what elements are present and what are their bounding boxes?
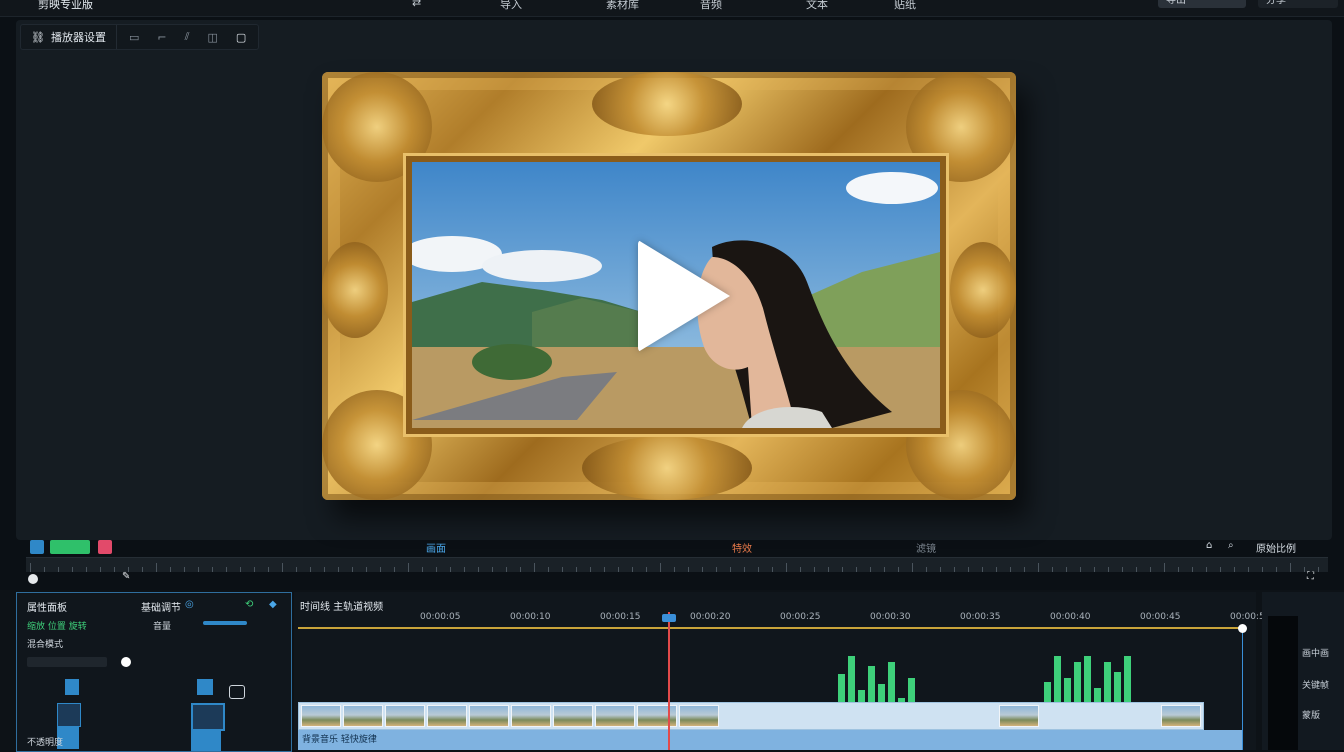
clip-thumbnail[interactable] bbox=[301, 705, 341, 727]
clip-thumbnail[interactable] bbox=[679, 705, 719, 727]
align-center-icon[interactable] bbox=[57, 703, 81, 727]
preview-scrubber[interactable]: ✎ ⛶ bbox=[26, 571, 1328, 586]
audio-track[interactable]: 背景音乐 轻快旋律 bbox=[298, 730, 1242, 750]
tab-picture[interactable]: 画面 bbox=[426, 540, 446, 555]
timeline-marker: 00:00:20 bbox=[690, 612, 731, 622]
transform-options[interactable]: 缩放 位置 旋转 bbox=[27, 619, 87, 632]
ruler-tick bbox=[660, 563, 661, 572]
fullscreen-icon[interactable]: ▢ bbox=[236, 31, 246, 44]
position-y-icon[interactable] bbox=[191, 703, 225, 731]
timeline-marker: 00:00:10 bbox=[510, 612, 551, 622]
timeline-marker: 00:00:30 bbox=[870, 612, 911, 622]
ruler-tick bbox=[156, 563, 157, 572]
align-top-icon[interactable] bbox=[65, 679, 79, 695]
preview-ruler bbox=[26, 557, 1328, 572]
blend-mode-label: 混合模式 bbox=[27, 640, 64, 650]
lock-icon[interactable]: ⌂ bbox=[1206, 540, 1212, 551]
timeline-marker: 00:00:05 bbox=[420, 612, 461, 622]
ruler-tick bbox=[1164, 563, 1165, 572]
position-x-icon[interactable] bbox=[197, 679, 213, 695]
split-icon[interactable]: ⫽ bbox=[185, 30, 190, 44]
comment-icon[interactable]: ⌕ bbox=[1228, 540, 1234, 551]
menu-item-library[interactable]: 素材库 bbox=[606, 0, 639, 12]
timeline-marker: 00:00:45 bbox=[1140, 612, 1181, 622]
menu-icon[interactable]: ⇄ bbox=[412, 0, 421, 9]
app-title: 剪映专业版 bbox=[38, 0, 93, 11]
clip-thumbnail[interactable] bbox=[1161, 705, 1201, 727]
menu-item-sticker[interactable]: 贴纸 bbox=[894, 0, 916, 12]
keyframe-button[interactable]: 关键帧 bbox=[1302, 678, 1329, 691]
export-button[interactable]: 导出 bbox=[1158, 0, 1246, 8]
ruler-tick bbox=[282, 563, 283, 572]
scrubber-knob[interactable] bbox=[28, 574, 38, 584]
menu-item-audio[interactable]: 音频 bbox=[700, 0, 722, 12]
tab-filters[interactable]: 滤镜 bbox=[916, 540, 936, 555]
opacity-knob[interactable] bbox=[121, 657, 131, 667]
timeline-marker: 00:00:15 bbox=[600, 612, 641, 622]
ruler-tick bbox=[1038, 563, 1039, 572]
mask-button[interactable]: 蒙版 bbox=[1302, 708, 1320, 721]
playhead[interactable] bbox=[668, 612, 670, 750]
properties-panel: 属性面板 基础调节 ◎ ⟲ ◆ 缩放 位置 旋转 混合模式 音量 不透明度 bbox=[16, 592, 292, 752]
link-icon[interactable]: ⛓ bbox=[31, 31, 45, 44]
volume-label: 音量 bbox=[153, 622, 172, 632]
clip-thumbnail[interactable] bbox=[385, 705, 425, 727]
crop-icon[interactable]: ⌐ bbox=[157, 31, 166, 44]
menu-item-text[interactable]: 文本 bbox=[806, 0, 828, 12]
ruler-tick bbox=[786, 563, 787, 572]
crop-tool-icon[interactable]: ◎ bbox=[185, 599, 194, 610]
ratio-icon[interactable]: ▭ bbox=[129, 31, 139, 44]
timeline-marker: 00:00:40 bbox=[1050, 612, 1091, 622]
audio-track-label: 背景音乐 轻快旋律 bbox=[302, 735, 377, 745]
pip-button[interactable]: 画中画 bbox=[1302, 646, 1329, 659]
menu-item-import[interactable]: 导入 bbox=[500, 0, 522, 12]
ruler-tick bbox=[408, 563, 409, 572]
record-icon[interactable] bbox=[98, 540, 112, 554]
clip-thumbnail[interactable] bbox=[553, 705, 593, 727]
properties-title: 属性面板 bbox=[27, 603, 67, 614]
clip-thumbnail[interactable] bbox=[469, 705, 509, 727]
mirror-icon[interactable]: ◫ bbox=[208, 31, 218, 44]
cloud-icon[interactable] bbox=[30, 540, 44, 554]
clip-thumbnail[interactable] bbox=[637, 705, 677, 727]
video-track[interactable] bbox=[298, 702, 1204, 730]
ruler-tick bbox=[912, 563, 913, 572]
reset-icon[interactable]: ⟲ bbox=[245, 599, 253, 610]
ratio-label[interactable]: 原始比例 bbox=[1256, 540, 1296, 555]
opacity-slider[interactable] bbox=[27, 657, 107, 667]
playhead-handle[interactable] bbox=[662, 614, 676, 622]
waveform-icon[interactable] bbox=[50, 540, 90, 554]
timeline-marker: 00:00:25 bbox=[780, 612, 821, 622]
clip-thumbnail[interactable] bbox=[427, 705, 467, 727]
timeline-end-knob[interactable] bbox=[1238, 624, 1247, 633]
right-preview-block bbox=[1268, 616, 1298, 750]
timeline-marker: 00:00:35 bbox=[960, 612, 1001, 622]
ruler-tick bbox=[30, 563, 31, 572]
share-button[interactable]: 分享 bbox=[1258, 0, 1338, 8]
basic-adjust-label: 基础调节 bbox=[141, 603, 181, 614]
title-bar: 剪映专业版 ⇄ 导入 素材库 音频 文本 贴纸 导出 分享 bbox=[0, 0, 1344, 17]
keyframe-icon[interactable]: ◆ bbox=[269, 599, 277, 610]
play-icon[interactable] bbox=[638, 240, 730, 352]
timeline-ruler-line bbox=[298, 627, 1244, 629]
timeline-title: 时间线 主轨道视频 bbox=[300, 602, 384, 613]
pen-icon[interactable]: ✎ bbox=[122, 571, 130, 582]
clip-thumbnail[interactable] bbox=[595, 705, 635, 727]
player-toolbar-label: 播放器设置 bbox=[50, 31, 106, 44]
tab-effects[interactable]: 特效 bbox=[732, 540, 752, 555]
ruler-tick bbox=[534, 563, 535, 572]
player-controls: 画面 特效 滤镜 ⌂ ⌕ 原始比例 bbox=[16, 540, 1332, 556]
ruler-tick bbox=[1290, 563, 1291, 572]
camera-icon[interactable] bbox=[229, 685, 245, 699]
right-tool-panel: 画中画 关键帧 蒙版 bbox=[1262, 592, 1344, 750]
player-toolbar: ⛓ 播放器设置 ▭ ⌐ ⫽ ◫ ▢ bbox=[20, 24, 260, 50]
opacity-label: 不透明度 bbox=[27, 738, 64, 748]
clip-thumbnail[interactable] bbox=[999, 705, 1039, 727]
volume-slider[interactable] bbox=[203, 621, 247, 625]
scale-icon[interactable] bbox=[191, 729, 221, 751]
clip-thumbnail[interactable] bbox=[511, 705, 551, 727]
timeline-end-line bbox=[1242, 628, 1243, 750]
clip-thumbnail[interactable] bbox=[343, 705, 383, 727]
expand-icon[interactable]: ⛶ bbox=[1307, 571, 1314, 582]
